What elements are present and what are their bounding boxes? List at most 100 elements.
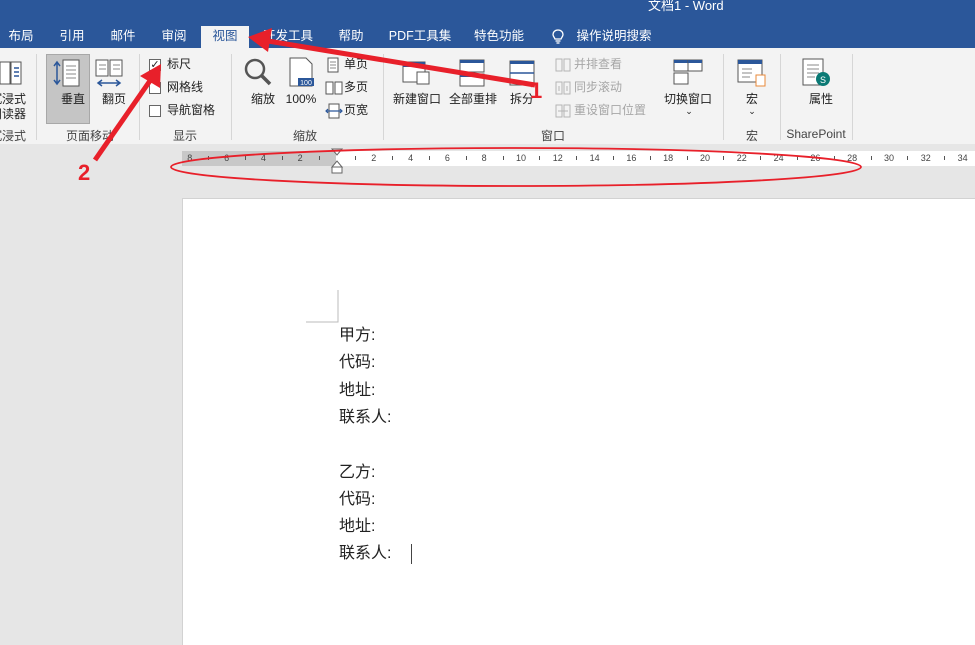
chevron-down-icon: ⌄ [685,106,693,116]
chevron-down-icon: ⌄ [748,106,756,116]
immersive-reader-icon [0,61,22,85]
document-line[interactable]: 甲方: [339,327,375,345]
group-separator [139,54,140,140]
ruler-number-right-1: 4 [408,153,414,163]
ruler-tick-left-1 [245,156,246,160]
annotation-marker-2: 2 [78,160,91,185]
group-label-show: 显示 [172,129,197,143]
zoom-button[interactable]: 缩放 [243,92,275,106]
new-window-button[interactable]: 新建窗口 [389,92,445,107]
ruler-tick-right-16 [944,156,946,160]
side-by-side-button[interactable]: 并排查看 [574,57,622,72]
ruler-tick-right-9 [686,156,688,160]
window-title: 文档1 - Word [648,0,724,13]
ruler-tick-left-0 [208,156,210,160]
tell-me-search[interactable]: 操作说明搜索 [572,26,656,48]
ruler-tick-right-6 [576,156,578,160]
reset-window-position-button[interactable]: 重设窗口位置 [574,103,646,118]
ruler-tick-right-2 [429,156,430,160]
group-separator [723,54,724,140]
vertical-scroll-icon [53,59,80,87]
ruler-tick-right-10 [723,156,725,160]
immersive-reader-button[interactable]: 沉浸式 阅读器 [0,92,28,122]
ruler-tick-left-3 [318,156,320,160]
ruler-number-right-5: 12 [552,153,563,163]
tab-special-features[interactable]: 特色功能 [465,26,533,48]
sync-scroll-icon [555,81,571,95]
tab-pdf-tools[interactable]: PDF工具集 [383,26,457,48]
ruler-number-right-4: 10 [515,153,526,163]
tab-mailings[interactable]: 邮件 [103,26,143,48]
ruler-label[interactable]: 标尺 [167,57,191,72]
group-separator [852,54,853,140]
document-line[interactable]: 联系人: [339,409,391,427]
macros-icon [737,59,766,87]
sync-scroll-button[interactable]: 同步滚动 [574,80,622,95]
side-to-side-icon [95,59,123,87]
gridlines-label[interactable]: 网格线 [167,80,203,95]
group-label-page-movement: 页面移动 [65,129,114,143]
margin-corner-mark [306,290,339,323]
tab-references[interactable]: 引用 [52,26,92,48]
one-page-icon [327,57,339,73]
properties-button[interactable]: 属性 [802,92,833,106]
document-line[interactable]: 乙方: [339,464,375,482]
side-by-side-icon [555,58,571,72]
tab-review[interactable]: 审阅 [154,26,194,48]
ruler-tick-right-8 [649,156,651,160]
flip-button[interactable]: 翻页 [94,92,126,106]
one-page-button[interactable]: 单页 [344,57,368,72]
ruler-tick-right-11 [760,156,762,160]
sharepoint-properties-icon: S [802,58,830,86]
tab-view[interactable]: 视图 [201,26,249,48]
ruler-number-right-8: 18 [663,153,674,163]
indent-marker-icon[interactable] [331,148,343,176]
immersive-label-line1: 沉浸式 [0,92,27,106]
document-line[interactable]: 联系人: [339,545,391,563]
ruler-tick-right-13 [833,156,835,160]
ruler-number-right-12: 26 [810,153,821,163]
group-separator [780,54,781,140]
ruler-tick-right-4 [502,156,504,160]
ruler-tick-right-7 [613,156,614,160]
ruler-tick-right-0 [355,156,357,160]
group-label-window: 窗口 [540,129,565,143]
multiple-pages-button[interactable]: 多页 [344,80,368,95]
svg-text:100: 100 [300,80,312,87]
lightbulb-icon[interactable] [550,28,566,46]
page-width-button[interactable]: 页宽 [344,103,368,118]
ruler-check-icon: ✓ [149,59,161,71]
document-line[interactable]: 地址: [339,518,375,536]
ruler-number-right-13: 28 [847,153,858,163]
group-separator [231,54,232,140]
ruler-number-right-3: 8 [481,153,487,163]
tab-developer[interactable]: 开发工具 [255,26,321,48]
nav-pane-label[interactable]: 导航窗格 [167,103,215,118]
ruler-checkbox[interactable]: ✓ [149,59,161,71]
ruler-number-right-7: 16 [626,153,637,163]
ruler-number-right-2: 6 [444,153,450,163]
ruler-tick-right-14 [870,156,872,160]
group-label-sharepoint: SharePoint [786,127,846,141]
document-line[interactable]: 代码: [339,491,375,509]
ruler-number-left-0: 8 [187,153,193,163]
document-line[interactable]: 代码: [339,354,375,372]
arrange-all-icon [459,59,485,87]
zoom-100-button[interactable]: 100% [283,92,319,107]
document-page[interactable] [182,198,975,645]
svg-text:S: S [820,75,826,85]
arrange-all-button[interactable]: 全部重排 [445,92,501,107]
tab-help[interactable]: 帮助 [331,26,371,48]
group-separator [383,54,384,140]
gridlines-checkbox[interactable] [149,82,161,94]
switch-windows-icon [673,59,703,85]
group-label-zoom: 缩放 [292,129,317,143]
ruler-tick-right-5 [539,156,541,160]
document-line[interactable]: 地址: [339,382,375,400]
zoom-magnifier-icon [244,58,272,86]
nav-pane-checkbox[interactable] [149,105,161,117]
tab-layout[interactable]: 布局 [0,26,42,48]
text-cursor [411,544,412,564]
vertical-label: 垂直 [61,92,86,106]
ruler-number-left-3: 2 [297,153,303,163]
